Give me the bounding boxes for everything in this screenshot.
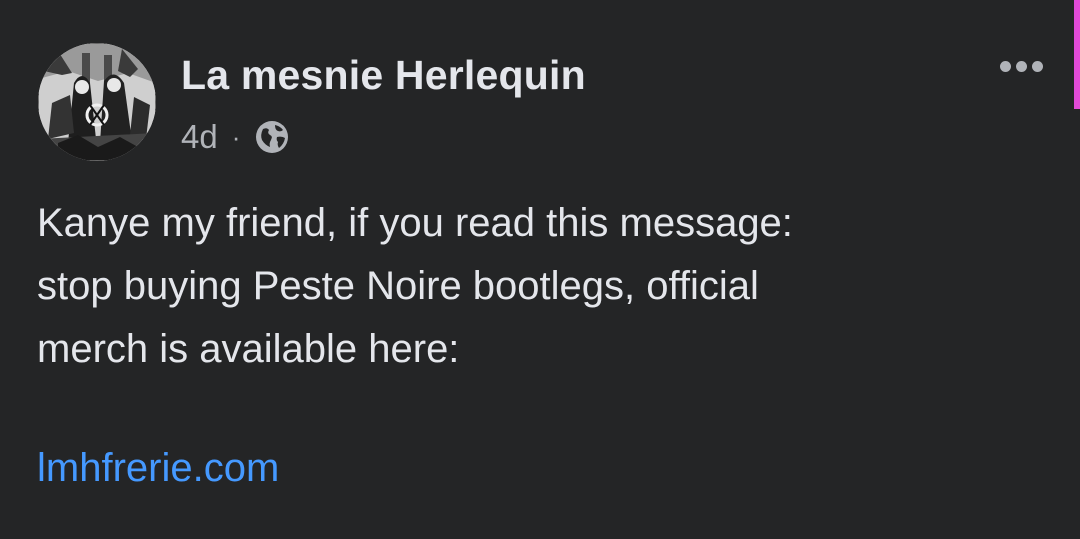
more-options-icon-dot <box>1031 60 1043 72</box>
post-timestamp[interactable]: 4d <box>181 118 218 156</box>
more-options-icon <box>999 60 1011 72</box>
post-body-line: merch is available here: <box>37 327 460 371</box>
meta-separator: · <box>231 121 241 152</box>
author-name[interactable]: La mesnie Herlequin <box>181 50 586 100</box>
post-card: La mesnie Herlequin 4d · Kanye my friend… <box>0 0 1080 539</box>
post-link[interactable]: lmhfrerie.com <box>37 437 279 500</box>
more-options-icon-dot <box>1015 60 1027 72</box>
scroll-indicator <box>1074 0 1080 109</box>
avatar[interactable] <box>38 43 156 161</box>
post-body-line: Kanye my friend, if you read this messag… <box>37 201 793 245</box>
post-body-line: stop buying Peste Noire bootlegs, offici… <box>37 264 759 308</box>
more-options-button[interactable] <box>990 50 1052 82</box>
avatar-image <box>38 43 156 161</box>
globe-icon[interactable] <box>254 119 290 155</box>
post-meta: 4d · <box>181 114 290 160</box>
post-body: Kanye my friend, if you read this messag… <box>37 192 1037 381</box>
